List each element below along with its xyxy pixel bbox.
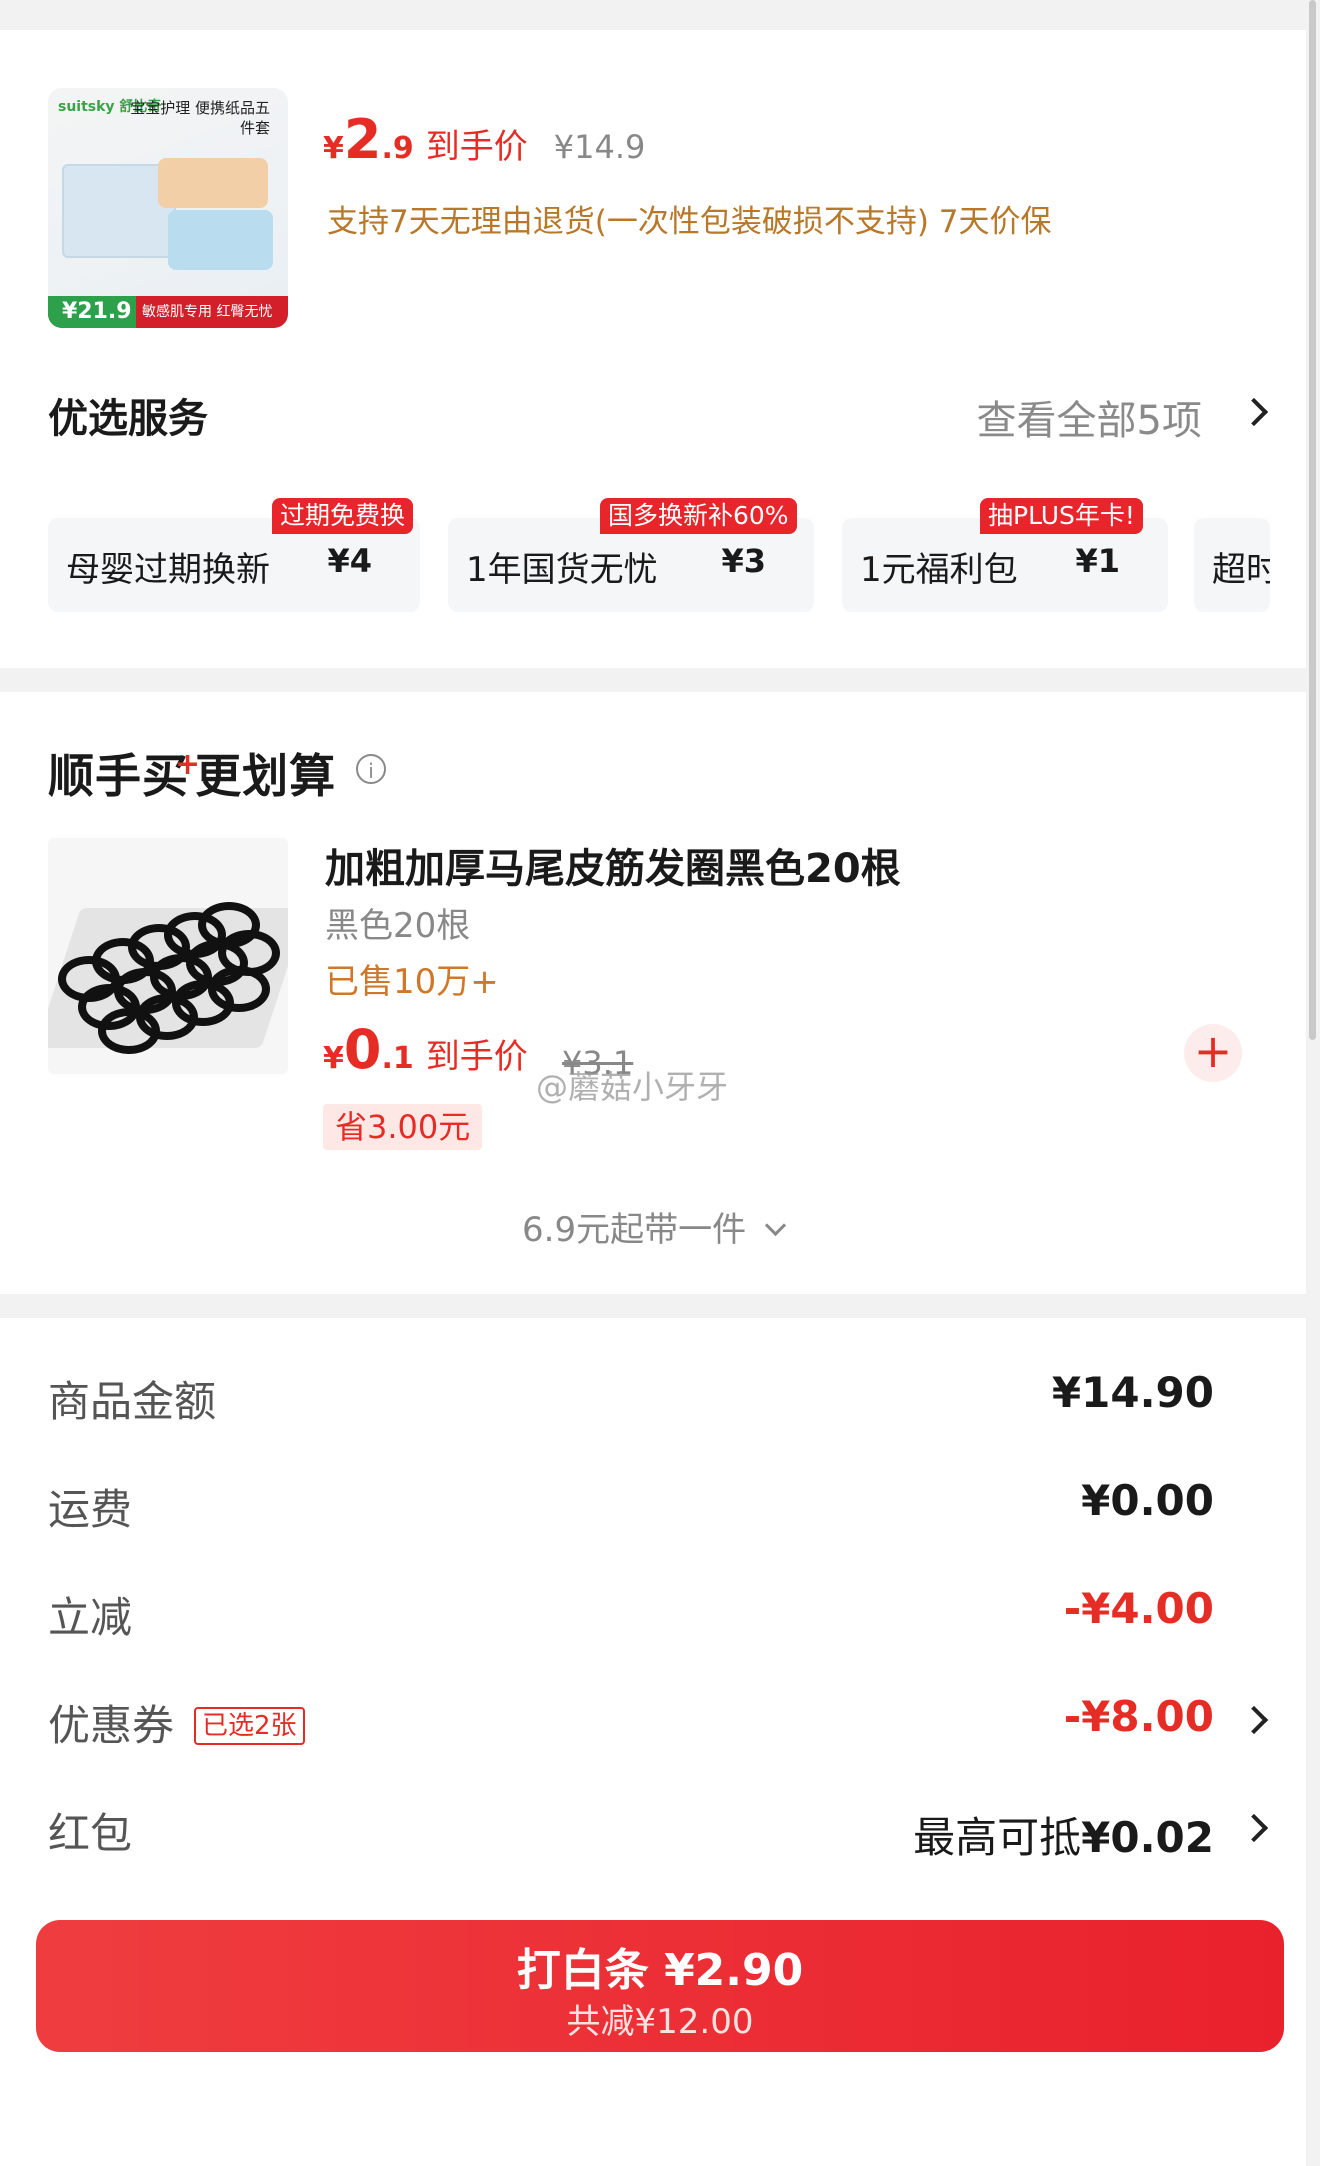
see-all-services-link[interactable]: 查看全部5项: [977, 388, 1202, 446]
save-badge: 省3.00元: [323, 1104, 483, 1150]
price-decimal: .1: [381, 1041, 414, 1076]
plus-mark: +: [175, 747, 202, 782]
service-price: ¥4: [327, 542, 372, 580]
watermark: @蘑菇小牙牙: [536, 1068, 729, 1106]
service-badge: 过期免费换: [272, 498, 414, 534]
addon-section-title: 顺手买+更划算: [48, 740, 336, 806]
goods-amount-label: 商品金额: [48, 1377, 217, 1426]
addon-item-price: ¥0.1 到手价: [323, 1018, 528, 1081]
original-price: ¥14.9: [553, 128, 646, 166]
product-price: ¥2.9 到手价 ¥14.9: [323, 108, 645, 171]
coupon-label: 优惠券: [48, 1701, 175, 1750]
chevron-down-icon: [764, 1214, 787, 1237]
service-option[interactable]: 过期免费换 母婴过期换新 ¥4: [48, 498, 420, 612]
service-price: ¥1: [1075, 542, 1120, 580]
pay-button-label: 打白条 ¥2.90: [516, 1945, 804, 1996]
product-image-pack: [168, 210, 273, 270]
redpacket-label: 红包: [48, 1809, 133, 1858]
more-items-label: 6.9元起带一件: [522, 1210, 747, 1250]
info-icon[interactable]: i: [356, 754, 386, 784]
price-tag: 到手价: [425, 1037, 528, 1077]
hair-tie-image[interactable]: [48, 838, 288, 1074]
price-decimal: .9: [381, 131, 414, 166]
redpacket-value[interactable]: 最高可抵¥0.02: [913, 1804, 1214, 1865]
service-guarantee: 支持7天无理由退货(一次性包装破损不支持) 7天价保: [327, 204, 1052, 240]
addon-title-rest: 更划算: [195, 749, 337, 803]
scrollbar[interactable]: [1309, 0, 1316, 1040]
price-yen: ¥: [323, 1041, 344, 1076]
pay-button-subtext: 共减¥12.00: [566, 2002, 754, 2042]
product-image-title: 宝宝护理 便携纸品五件套: [130, 99, 270, 137]
service-name: 1元福利包: [860, 550, 1018, 590]
service-name: 超时: [1212, 550, 1270, 590]
add-to-order-button[interactable]: +: [1184, 1024, 1242, 1082]
services-title: 优选服务: [48, 396, 208, 442]
addon-item-spec: 黑色20根: [325, 906, 471, 946]
more-items-toggle[interactable]: 6.9元起带一件: [522, 1202, 787, 1251]
addon-title-text: 顺手买: [48, 749, 189, 803]
pay-button[interactable]: 打白条 ¥2.90 共减¥12.00: [36, 1920, 1284, 2052]
price-tag: 到手价: [425, 127, 528, 167]
product-image[interactable]: suitsky 舒比奇 宝宝护理 便携纸品五件套 ¥21.9 敏感肌专用 红臀无…: [48, 88, 288, 328]
coupon-badge: 已选2张: [194, 1707, 305, 1745]
shipping-value: ¥0.00: [1081, 1476, 1214, 1525]
product-image-pack: [158, 158, 268, 208]
service-option[interactable]: 抽PLUS年卡! 1元福利包 ¥1: [842, 498, 1168, 612]
product-image-footer-text: 敏感肌专用 红臀无忧: [142, 304, 273, 320]
price-yen: ¥: [323, 131, 344, 166]
service-option[interactable]: 超时: [1194, 518, 1270, 612]
shipping-label: 运费: [48, 1485, 133, 1534]
service-option[interactable]: 国多换新补60% 1年国货无忧 ¥3: [448, 498, 814, 612]
coupon-row[interactable]: 优惠券 已选2张: [48, 1692, 305, 1753]
discount-value: -¥4.00: [1063, 1584, 1214, 1633]
service-badge: 抽PLUS年卡!: [980, 498, 1143, 534]
redpacket-amount: ¥0.02: [1081, 1813, 1214, 1862]
redpacket-prefix: 最高可抵: [913, 1813, 1082, 1862]
ring-shape: [208, 966, 270, 1012]
service-price: ¥3: [721, 542, 766, 580]
price-integer: 2: [343, 108, 382, 171]
service-badge: 国多换新补60%: [600, 498, 797, 534]
service-name: 母婴过期换新: [66, 550, 270, 590]
addon-item-sold: 已售10万+: [325, 962, 499, 1002]
price-integer: 0: [343, 1018, 382, 1081]
addon-item-title[interactable]: 加粗加厚马尾皮筋发圈黑色20根: [325, 836, 901, 894]
service-name: 1年国货无忧: [466, 550, 658, 590]
discount-label: 立减: [48, 1593, 133, 1642]
coupon-value[interactable]: -¥8.00: [1064, 1692, 1214, 1741]
product-image-price-badge: ¥21.9: [48, 296, 136, 328]
goods-amount-value: ¥14.90: [1051, 1368, 1214, 1417]
